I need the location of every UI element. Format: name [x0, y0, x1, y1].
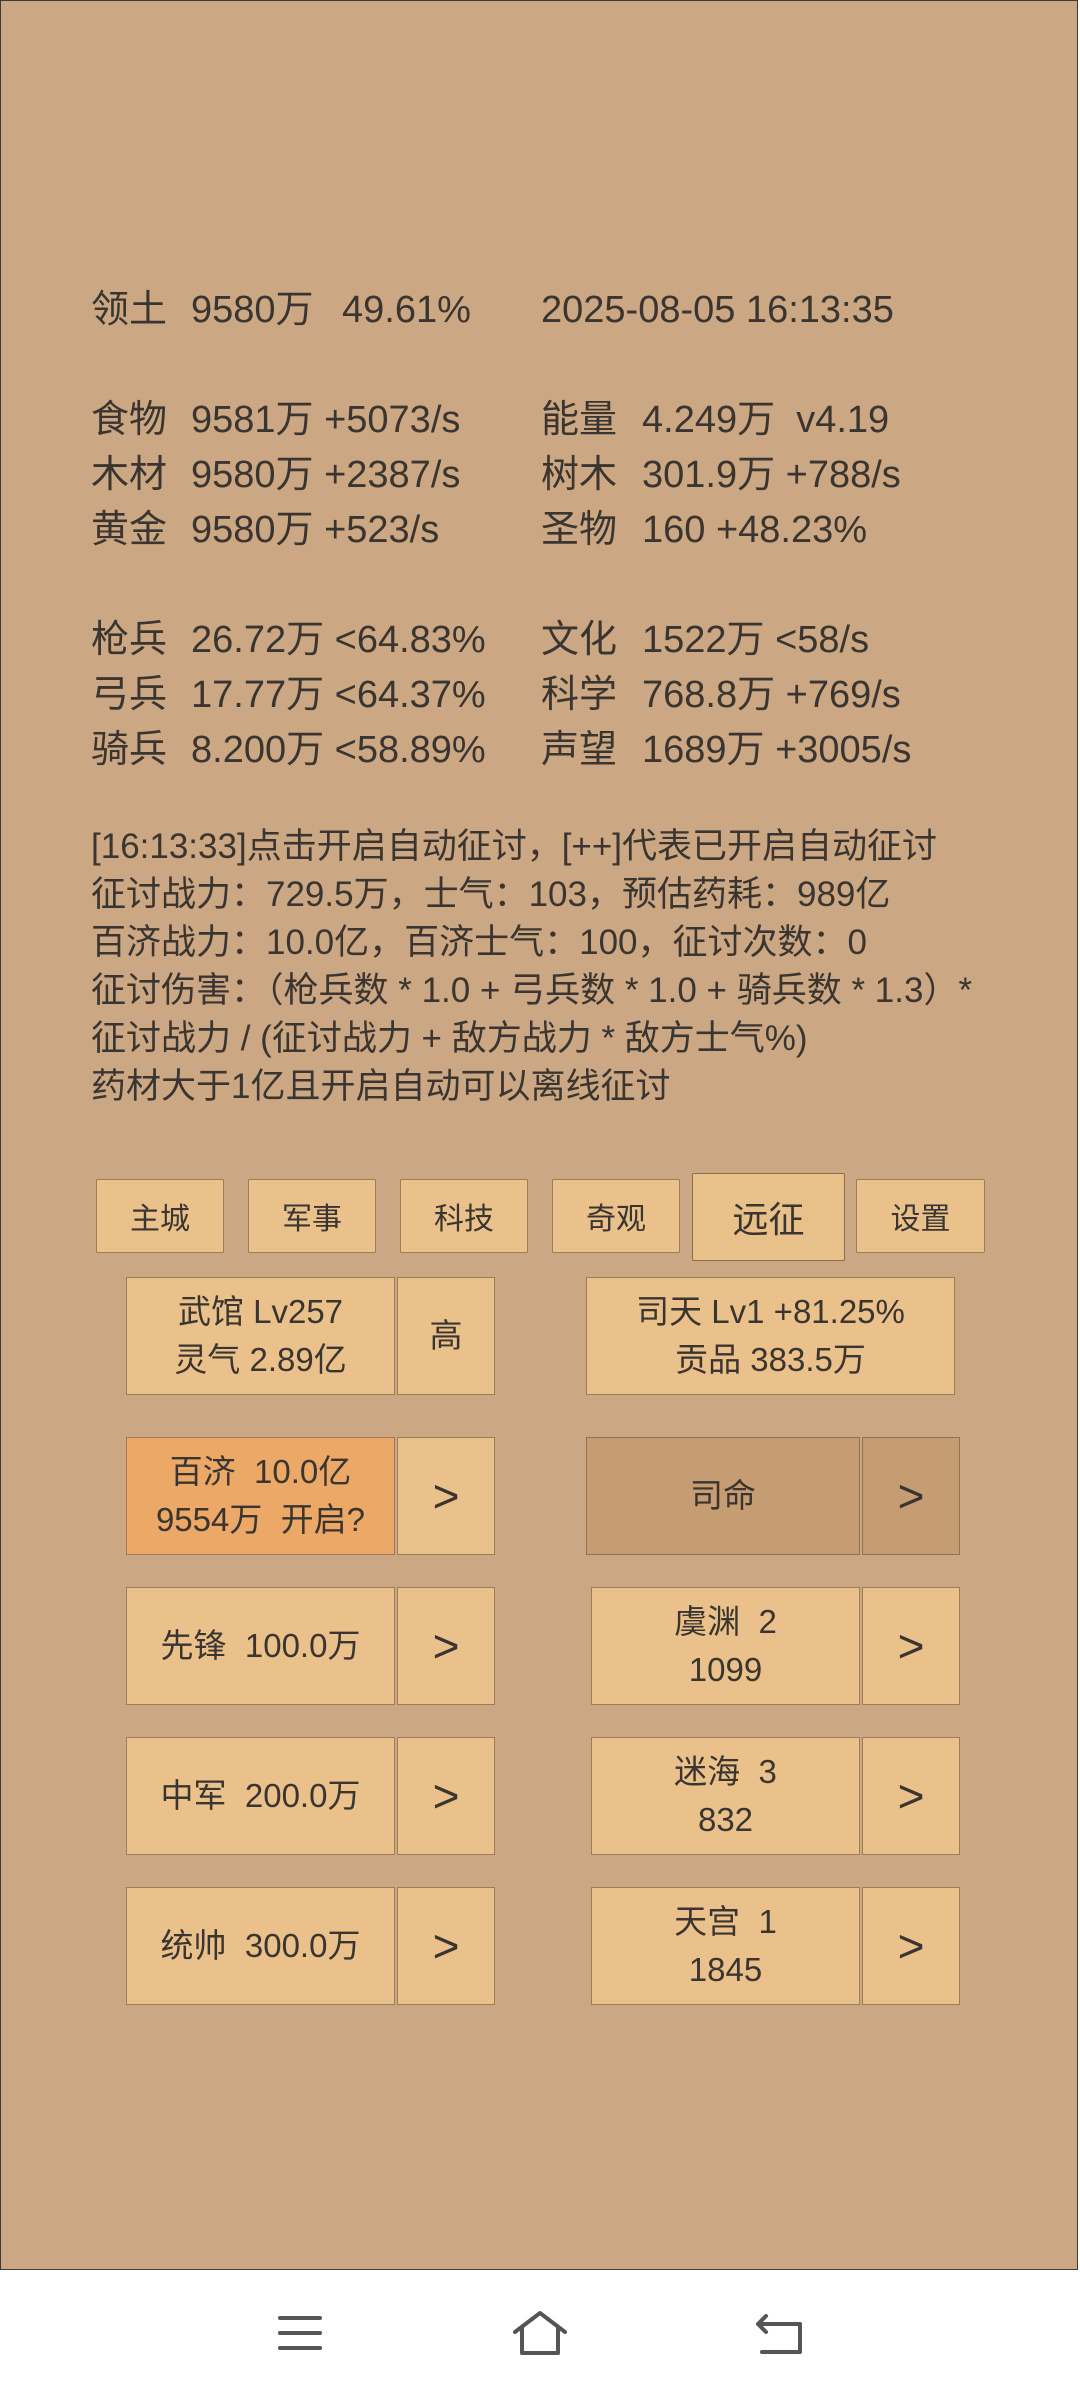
food-value: 9581万 +5073/s	[191, 399, 461, 441]
chevron-right-icon: >	[897, 1770, 925, 1822]
territory-label: 领土	[91, 289, 168, 331]
baiji-arrow-button[interactable]: >	[397, 1437, 495, 1555]
log-line-3: 百济战力：10.0亿，百济士气：100，征讨次数：0	[91, 923, 867, 962]
sitian-tribute: 贡品 383.5万	[675, 1341, 866, 1378]
relics-value: 160 +48.23%	[642, 509, 868, 551]
energy-label: 能量	[541, 399, 618, 441]
chevron-right-icon: >	[897, 1470, 925, 1522]
tiangong-button[interactable]: 天宫 1 1845	[591, 1887, 860, 2005]
gold-value: 9580万 +523/s	[191, 509, 440, 551]
archer-label: 弓兵	[91, 674, 168, 716]
chevron-right-icon: >	[897, 1620, 925, 1672]
vanguard-label: 先锋 100.0万	[160, 1627, 361, 1664]
trees-label: 树木	[541, 454, 618, 496]
wuguan-spirit: 灵气 2.89亿	[174, 1341, 347, 1378]
mihai-level: 迷海 3	[674, 1753, 777, 1790]
back-icon[interactable]	[752, 2308, 808, 2358]
baiji-power: 百济 10.0亿	[169, 1453, 352, 1490]
chevron-right-icon: >	[897, 1920, 925, 1972]
system-navigation-bar	[0, 2270, 1080, 2400]
territory-percent: 49.61%	[342, 289, 471, 331]
tab-tech[interactable]: 科技	[400, 1179, 528, 1253]
tiangong-level: 天宫 1	[674, 1903, 777, 1940]
yuyuan-level: 虞渊 2	[674, 1603, 777, 1640]
tab-settings[interactable]: 设置	[856, 1179, 985, 1253]
tab-main-city[interactable]: 主城	[96, 1179, 224, 1253]
energy-value: 4.249万 v4.19	[642, 399, 890, 441]
spear-value: 26.72万 <64.83%	[191, 619, 486, 661]
tiangong-arrow-button[interactable]: >	[862, 1887, 960, 2005]
tab-military[interactable]: 军事	[248, 1179, 376, 1253]
mihai-arrow-button[interactable]: >	[862, 1737, 960, 1855]
food-label: 食物	[91, 399, 168, 441]
cavalry-label: 骑兵	[91, 729, 168, 771]
chevron-right-icon: >	[432, 1920, 460, 1972]
wuguan-button[interactable]: 武馆 Lv257 灵气 2.89亿	[126, 1277, 395, 1395]
menu-icon[interactable]	[275, 2308, 325, 2358]
commander-arrow-button[interactable]: >	[397, 1887, 495, 2005]
vanguard-arrow-button[interactable]: >	[397, 1587, 495, 1705]
baiji-status: 9554万 开启?	[155, 1501, 366, 1538]
siming-arrow-button[interactable]: >	[862, 1437, 960, 1555]
center-army-arrow-button[interactable]: >	[397, 1737, 495, 1855]
mihai-button[interactable]: 迷海 3 832	[591, 1737, 860, 1855]
commander-button[interactable]: 统帅 300.0万	[126, 1887, 395, 2005]
yuyuan-value: 1099	[688, 1651, 763, 1688]
yuyuan-arrow-button[interactable]: >	[862, 1587, 960, 1705]
mihai-value: 832	[697, 1801, 754, 1838]
baiji-button[interactable]: 百济 10.0亿 9554万 开启?	[126, 1437, 395, 1555]
tiangong-value: 1845	[688, 1951, 763, 1988]
wood-label: 木材	[91, 454, 168, 496]
sitian-level: 司天 Lv1 +81.25%	[636, 1293, 905, 1330]
commander-label: 统帅 300.0万	[160, 1927, 361, 1964]
spear-label: 枪兵	[91, 619, 168, 661]
chevron-right-icon: >	[432, 1770, 460, 1822]
center-army-button[interactable]: 中军 200.0万	[126, 1737, 395, 1855]
tab-wonder[interactable]: 奇观	[552, 1179, 680, 1253]
sitian-button[interactable]: 司天 Lv1 +81.25% 贡品 383.5万	[586, 1277, 955, 1395]
chevron-right-icon: >	[432, 1620, 460, 1672]
culture-label: 文化	[541, 619, 618, 661]
gold-label: 黄金	[91, 509, 168, 551]
tab-expedition[interactable]: 远征	[692, 1173, 845, 1261]
territory-value: 9580万	[191, 289, 314, 331]
datetime: 2025-08-05 16:13:35	[541, 289, 894, 331]
center-army-label: 中军 200.0万	[160, 1777, 361, 1814]
wood-value: 9580万 +2387/s	[191, 454, 461, 496]
science-value: 768.8万 +769/s	[642, 674, 901, 716]
culture-value: 1522万 <58/s	[642, 619, 870, 661]
archer-value: 17.77万 <64.37%	[191, 674, 486, 716]
siming-button[interactable]: 司命	[586, 1437, 860, 1555]
home-icon[interactable]	[510, 2308, 570, 2358]
prestige-label: 声望	[541, 729, 618, 771]
prestige-value: 1689万 +3005/s	[642, 729, 912, 771]
siming-label: 司命	[690, 1477, 756, 1514]
cavalry-value: 8.200万 <58.89%	[191, 729, 486, 771]
high-button[interactable]: 高	[397, 1277, 495, 1395]
trees-value: 301.9万 +788/s	[642, 454, 901, 496]
vanguard-button[interactable]: 先锋 100.0万	[126, 1587, 395, 1705]
log-line-5: 征讨战力 / (征讨战力 + 敌方战力 * 敌方士气%)	[91, 1019, 808, 1058]
log-line-2: 征讨战力：729.5万，士气：103，预估药耗：989亿	[91, 875, 891, 914]
log-line-4: 征讨伤害：（枪兵数 * 1.0 + 弓兵数 * 1.0 + 骑兵数 * 1.3）…	[91, 971, 973, 1010]
high-label: 高	[429, 1317, 463, 1354]
wuguan-level: 武馆 Lv257	[177, 1293, 344, 1330]
log-line-6: 药材大于1亿且开启自动可以离线征讨	[91, 1067, 671, 1106]
chevron-right-icon: >	[432, 1470, 460, 1522]
yuyuan-button[interactable]: 虞渊 2 1099	[591, 1587, 860, 1705]
relics-label: 圣物	[541, 509, 618, 551]
science-label: 科学	[541, 674, 618, 716]
game-screen: 领土 9580万 49.61% 2025-08-05 16:13:35 食物 9…	[0, 0, 1078, 2270]
log-line-1: [16:13:33]点击开启自动征讨，[++]代表已开启自动征讨	[91, 827, 938, 866]
